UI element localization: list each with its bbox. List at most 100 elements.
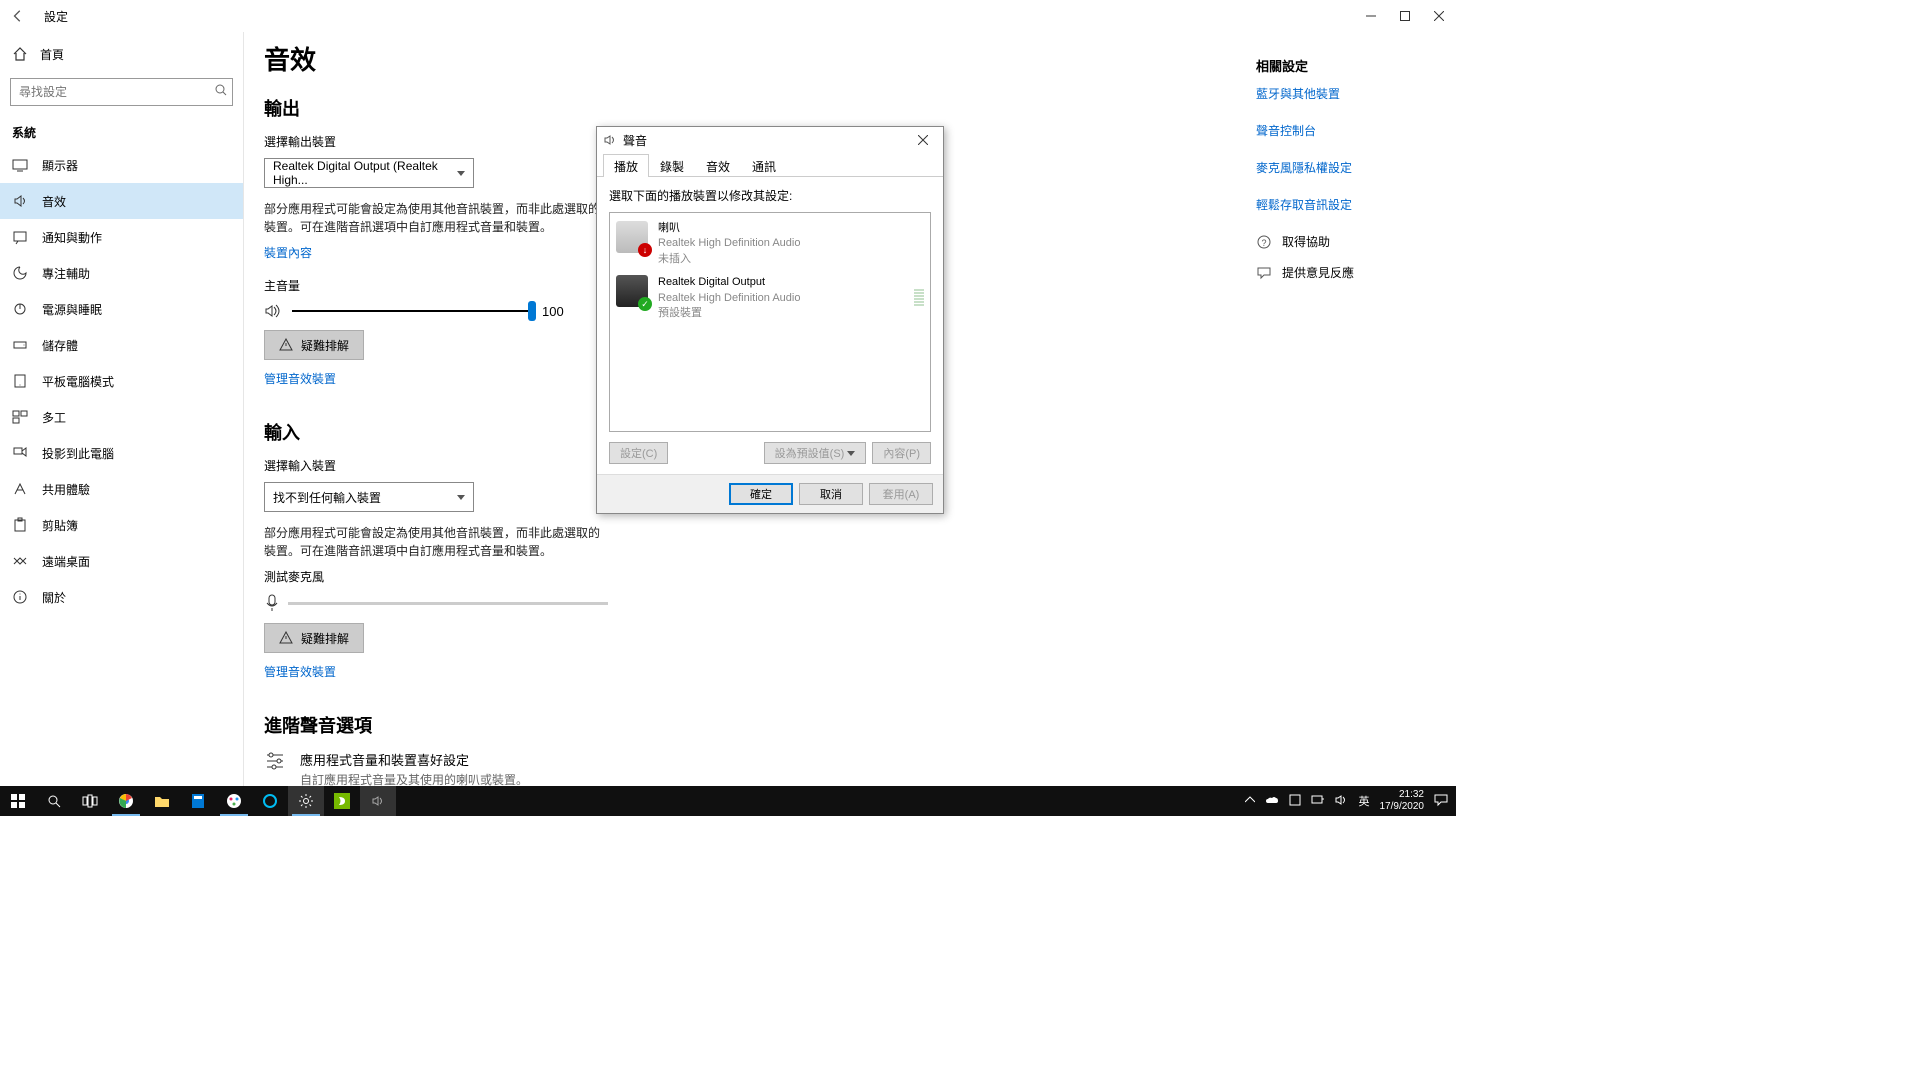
sidebar-item-label: 剪貼簿 [42, 517, 78, 534]
svg-text:?: ? [1261, 238, 1266, 248]
sound-dialog-icon [603, 133, 617, 147]
start-button[interactable] [0, 786, 36, 816]
input-troubleshoot-button[interactable]: 疑難排解 [264, 623, 364, 653]
sidebar-item-tablet[interactable]: 平板電腦模式 [0, 363, 243, 399]
tray-ime-icon[interactable]: 英 [1359, 793, 1370, 809]
dialog-instruction: 選取下面的播放裝置以修改其設定: [609, 187, 931, 204]
sidebar-item-label: 音效 [42, 193, 66, 210]
sidebar-item-sound[interactable]: 音效 [0, 183, 243, 219]
device-status: 預設裝置 [658, 306, 800, 321]
sidebar-item-storage[interactable]: 儲存體 [0, 327, 243, 363]
sidebar-item-label: 多工 [42, 409, 66, 426]
device-properties-link[interactable]: 裝置內容 [264, 244, 312, 261]
set-default-button[interactable]: 設為預設值(S) [764, 442, 867, 464]
apply-button[interactable]: 套用(A) [869, 483, 933, 505]
sidebar-item-label: 專注輔助 [42, 265, 90, 282]
minimize-button[interactable] [1354, 0, 1388, 32]
link-ease-audio[interactable]: 輕鬆存取音訊設定 [1256, 196, 1444, 213]
dialog-title: 聲音 [623, 132, 647, 149]
manage-output-devices-link[interactable]: 管理音效裝置 [264, 370, 336, 387]
device-item-digital[interactable]: ✓ Realtek Digital Output Realtek High De… [614, 271, 926, 325]
sidebar-item-about[interactable]: 關於 [0, 579, 243, 615]
adv-subtitle: 自訂應用程式音量及其使用的喇叭或裝置。 [300, 771, 528, 786]
taskbar: 英 21:32 17/9/2020 [0, 786, 1456, 816]
sound-app-icon[interactable] [360, 786, 396, 816]
tray-notifications-icon[interactable] [1434, 793, 1448, 810]
unplugged-badge-icon: ↓ [638, 243, 652, 257]
sidebar-item-label: 遠端桌面 [42, 553, 90, 570]
configure-button[interactable]: 設定(C) [609, 442, 668, 464]
paint-app-icon[interactable] [216, 786, 252, 816]
back-button[interactable] [8, 6, 28, 26]
close-button[interactable] [1422, 0, 1456, 32]
speaker-icon: ↓ [616, 221, 648, 253]
link-mic-privacy[interactable]: 麥克風隱私權設定 [1256, 159, 1444, 176]
settings-app-icon[interactable] [288, 786, 324, 816]
sidebar-item-label: 儲存體 [42, 337, 78, 354]
device-item-speaker[interactable]: ↓ 喇叭 Realtek High Definition Audio 未插入 [614, 217, 926, 271]
output-troubleshoot-button[interactable]: 疑難排解 [264, 330, 364, 360]
volume-icon [264, 302, 282, 320]
related-heading: 相關設定 [1256, 56, 1444, 75]
sidebar-item-label: 投影到此電腦 [42, 445, 114, 462]
sidebar-item-power[interactable]: 電源與睡眠 [0, 291, 243, 327]
link-bluetooth[interactable]: 藍牙與其他裝置 [1256, 85, 1444, 102]
button-label: 疑難排解 [301, 337, 349, 354]
explorer-app-icon[interactable] [144, 786, 180, 816]
tab-communications[interactable]: 通訊 [741, 154, 787, 177]
mic-level-bar [288, 602, 608, 605]
tray-onedrive-icon[interactable] [1265, 795, 1279, 808]
sidebar-item-notifications[interactable]: 通知與動作 [0, 219, 243, 255]
search-input[interactable] [10, 78, 233, 106]
sidebar-item-projecting[interactable]: 投影到此電腦 [0, 435, 243, 471]
tab-recording[interactable]: 錄製 [649, 154, 695, 177]
dialog-close-button[interactable] [909, 130, 937, 150]
input-description: 部分應用程式可能會設定為使用其他音訊裝置，而非此處選取的裝置。可在進階音訊選項中… [264, 524, 604, 560]
tray-expand-icon[interactable] [1245, 795, 1255, 808]
button-label: 疑難排解 [301, 630, 349, 647]
chevron-down-icon [457, 171, 465, 176]
nvidia-app-icon[interactable] [324, 786, 360, 816]
app-volume-item[interactable]: 應用程式音量和裝置喜好設定 自訂應用程式音量及其使用的喇叭或裝置。 [264, 750, 1236, 786]
device-list[interactable]: ↓ 喇叭 Realtek High Definition Audio 未插入 ✓… [609, 212, 931, 432]
get-help[interactable]: ? 取得協助 [1256, 233, 1444, 250]
adv-title: 應用程式音量和裝置喜好設定 [300, 750, 528, 769]
volume-value: 100 [542, 304, 564, 319]
tab-playback[interactable]: 播放 [603, 154, 649, 177]
chrome-app-icon[interactable] [108, 786, 144, 816]
sidebar-item-label: 電源與睡眠 [42, 301, 102, 318]
task-view-button[interactable] [72, 786, 108, 816]
sidebar-item-focus[interactable]: 專注輔助 [0, 255, 243, 291]
search-button[interactable] [36, 786, 72, 816]
button-label: 設為預設值(S) [775, 445, 845, 461]
sidebar-item-multitask[interactable]: 多工 [0, 399, 243, 435]
sidebar-item-display[interactable]: 顯示器 [0, 147, 243, 183]
manage-input-devices-link[interactable]: 管理音效裝置 [264, 663, 336, 680]
sidebar-item-remote[interactable]: 遠端桌面 [0, 543, 243, 579]
tab-sounds[interactable]: 音效 [695, 154, 741, 177]
volume-slider[interactable] [292, 310, 532, 312]
properties-button[interactable]: 內容(P) [872, 442, 931, 464]
tray-clock[interactable]: 21:32 17/9/2020 [1380, 789, 1425, 813]
device-name: 喇叭 [658, 221, 800, 236]
tray-volume-icon[interactable] [1335, 794, 1349, 809]
output-device-dropdown[interactable]: Realtek Digital Output (Realtek High... [264, 158, 474, 188]
sliders-icon [264, 750, 286, 772]
cancel-button[interactable]: 取消 [799, 483, 863, 505]
give-feedback[interactable]: 提供意見反應 [1256, 264, 1444, 281]
maximize-button[interactable] [1388, 0, 1422, 32]
link-sound-panel[interactable]: 聲音控制台 [1256, 122, 1444, 139]
sound-dialog: 聲音 播放 錄製 音效 通訊 選取下面的播放裝置以修改其設定: ↓ 喇叭 Rea… [596, 126, 944, 514]
tray-security-icon[interactable] [1289, 794, 1301, 809]
input-device-dropdown[interactable]: 找不到任何輸入裝置 [264, 482, 474, 512]
sidebar: 首頁 系統 顯示器 音效 通知與動作 專注輔助 電源與睡眠 儲存體 平板電腦模式… [0, 32, 244, 786]
sidebar-home[interactable]: 首頁 [0, 36, 243, 72]
sidebar-item-clipboard[interactable]: 剪貼簿 [0, 507, 243, 543]
calculator-app-icon[interactable] [180, 786, 216, 816]
tray-network-icon[interactable] [1311, 794, 1325, 809]
ok-button[interactable]: 確定 [729, 483, 793, 505]
cortana-app-icon[interactable] [252, 786, 288, 816]
chevron-down-icon [847, 451, 855, 456]
device-name: Realtek Digital Output [658, 275, 800, 290]
sidebar-item-shared[interactable]: 共用體驗 [0, 471, 243, 507]
